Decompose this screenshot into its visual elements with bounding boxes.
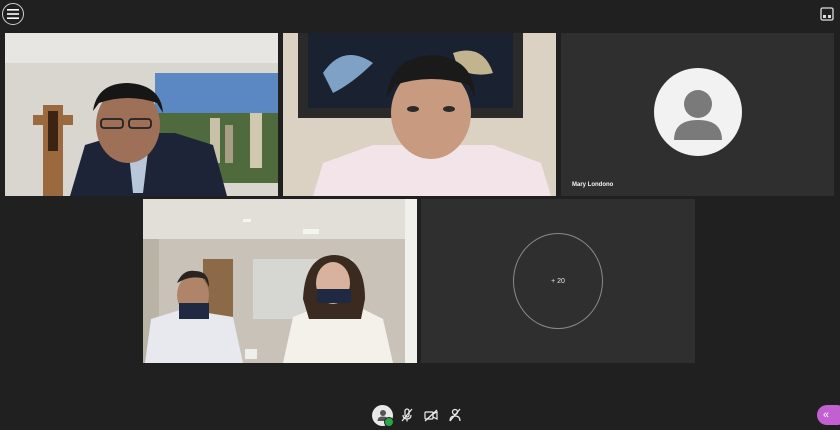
mute-button[interactable] bbox=[396, 405, 417, 426]
camera-button[interactable] bbox=[420, 405, 441, 426]
mic-off-icon bbox=[401, 408, 412, 422]
camera-off-icon bbox=[423, 409, 438, 422]
share-screen-icon bbox=[448, 408, 461, 422]
video-tile[interactable] bbox=[5, 33, 278, 196]
chat-panel-toggle[interactable]: « bbox=[817, 405, 840, 425]
video-tile[interactable] bbox=[283, 33, 556, 196]
participant-video bbox=[5, 33, 278, 196]
video-tile[interactable]: Mary Londono bbox=[561, 33, 834, 196]
participant-video bbox=[283, 33, 556, 196]
layout-icon bbox=[820, 7, 834, 21]
menu-button[interactable] bbox=[2, 3, 24, 25]
call-toolbar bbox=[372, 404, 465, 427]
share-screen-button[interactable] bbox=[444, 405, 465, 426]
hamburger-icon bbox=[7, 9, 19, 19]
more-participants-tile[interactable]: + 20 bbox=[421, 199, 695, 363]
avatar bbox=[654, 68, 742, 156]
self-view-button[interactable] bbox=[372, 404, 394, 427]
video-tile[interactable] bbox=[143, 199, 417, 363]
more-participants-count[interactable]: + 20 bbox=[513, 233, 603, 329]
user-icon bbox=[674, 90, 722, 140]
participant-video bbox=[143, 199, 417, 363]
status-ok-icon bbox=[384, 416, 394, 427]
chevron-double-left-icon: « bbox=[823, 409, 830, 421]
participant-name: Mary Londono bbox=[572, 182, 614, 188]
layout-button[interactable] bbox=[818, 5, 836, 23]
